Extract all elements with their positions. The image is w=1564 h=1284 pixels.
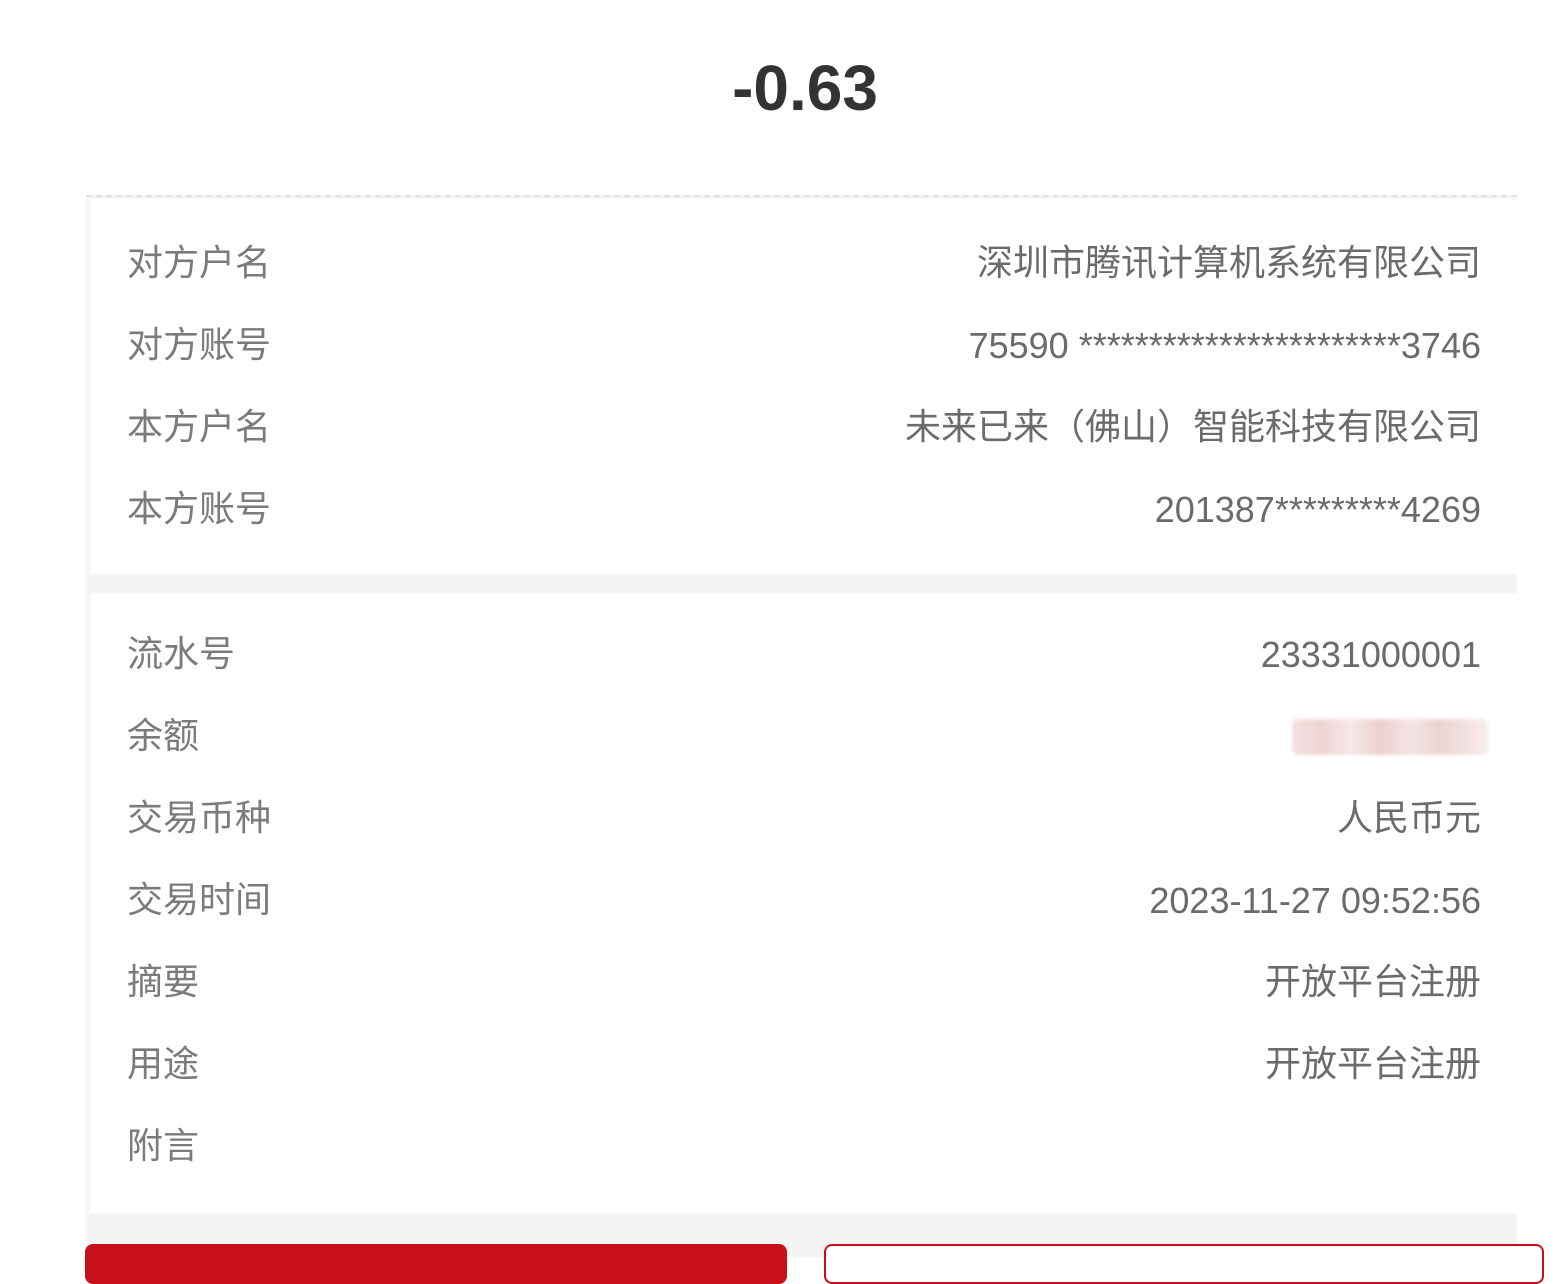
purpose-row: 用途 开放平台注册	[90, 1024, 1517, 1106]
counterparty-name-value: 深圳市腾讯计算机系统有限公司	[976, 243, 1481, 284]
remark-label: 附言	[127, 1126, 200, 1167]
transaction-time-row: 交易时间 2023-11-27 09:52:56	[90, 860, 1517, 942]
summary-row: 摘要 开放平台注册	[90, 942, 1517, 1024]
serial-number-value: 23331000001	[1260, 634, 1481, 675]
secondary-action-button[interactable]	[824, 1244, 1544, 1284]
transaction-info-card: 流水号 23331000001 余额 交易币种 人民币元 交易时间 2023-1…	[90, 593, 1517, 1213]
balance-value-redacted	[1292, 719, 1488, 755]
transaction-amount: -0.63	[732, 52, 878, 124]
remark-row: 附言	[90, 1106, 1517, 1188]
own-name-label: 本方户名	[127, 407, 272, 448]
own-account-value: 201387*********4269	[1154, 489, 1481, 530]
counterparty-account-label: 对方账号	[127, 325, 272, 366]
purpose-value: 开放平台注册	[1264, 1044, 1481, 1085]
own-account-row: 本方账号 201387*********4269	[90, 469, 1517, 551]
party-info-card: 对方户名 深圳市腾讯计算机系统有限公司 对方账号 75590 *********…	[90, 199, 1517, 574]
currency-label: 交易币种	[127, 798, 272, 839]
transaction-time-label: 交易时间	[127, 880, 272, 921]
counterparty-name-row: 对方户名 深圳市腾讯计算机系统有限公司	[90, 223, 1517, 305]
transaction-details: 对方户名 深圳市腾讯计算机系统有限公司 对方账号 75590 *********…	[86, 195, 1517, 1257]
balance-label: 余额	[127, 716, 200, 757]
purpose-label: 用途	[127, 1044, 200, 1085]
own-account-label: 本方账号	[127, 489, 272, 530]
counterparty-account-row: 对方账号 75590 ***********************3746	[90, 305, 1517, 387]
summary-label: 摘要	[127, 962, 200, 1003]
own-name-row: 本方户名 未来已来（佛山）智能科技有限公司	[90, 387, 1517, 469]
currency-row: 交易币种 人民币元	[90, 778, 1517, 860]
serial-number-label: 流水号	[127, 634, 236, 675]
counterparty-account-value: 75590 ***********************3746	[968, 325, 1481, 366]
primary-action-button[interactable]	[85, 1244, 787, 1284]
balance-row: 余额	[90, 696, 1517, 778]
counterparty-name-label: 对方户名	[127, 243, 272, 284]
transaction-time-value: 2023-11-27 09:52:56	[1149, 880, 1481, 921]
own-name-value: 未来已来（佛山）智能科技有限公司	[904, 407, 1481, 448]
summary-value: 开放平台注册	[1264, 962, 1481, 1003]
serial-number-row: 流水号 23331000001	[90, 614, 1517, 696]
currency-value: 人民币元	[1336, 798, 1481, 839]
